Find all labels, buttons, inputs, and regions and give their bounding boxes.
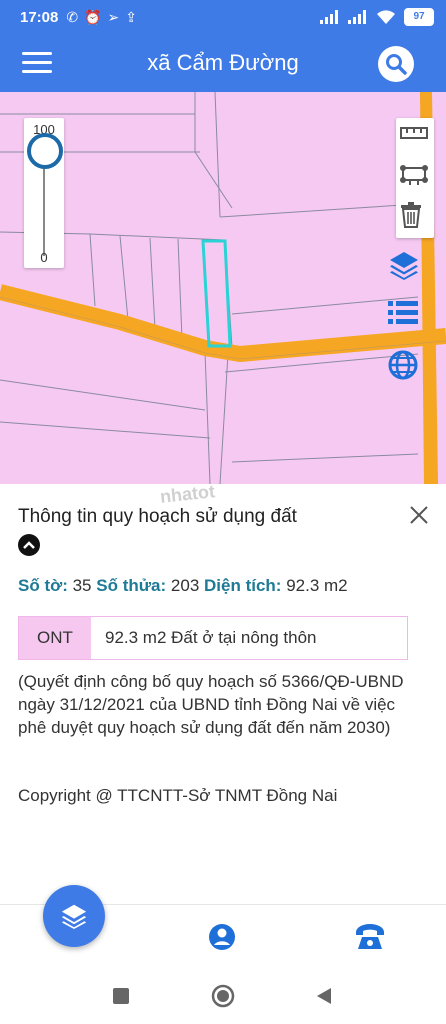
ruler-measure-button[interactable] bbox=[400, 122, 430, 152]
layers-fab-button[interactable] bbox=[43, 885, 105, 947]
phone-button[interactable] bbox=[352, 919, 388, 955]
search-button[interactable] bbox=[378, 46, 414, 82]
sheet-value: 35 bbox=[72, 576, 92, 595]
back-icon bbox=[317, 988, 331, 1004]
map-view[interactable]: 100 0 bbox=[0, 92, 446, 484]
status-time: 17:08 bbox=[20, 8, 59, 26]
ruler-measure-icon bbox=[400, 127, 428, 139]
measure-toolbar bbox=[396, 118, 434, 238]
basemap-button[interactable] bbox=[388, 350, 422, 384]
back-button[interactable] bbox=[312, 984, 336, 1008]
area-label: Diện tích: bbox=[204, 576, 282, 595]
copyright-text: Copyright @ TTCNTT-Sở TNMT Đồng Nai bbox=[18, 786, 338, 805]
alarm-icon: ⏰ bbox=[84, 9, 102, 25]
zoom-handle[interactable] bbox=[27, 133, 63, 169]
clear-measure-button[interactable] bbox=[400, 202, 430, 232]
land-use-code: ONT bbox=[19, 617, 91, 659]
plot-value: 203 bbox=[170, 576, 200, 595]
recent-apps-button[interactable] bbox=[109, 984, 133, 1008]
chevron-up-icon bbox=[23, 541, 35, 549]
collapse-button[interactable] bbox=[18, 534, 40, 556]
wifi-icon bbox=[377, 10, 395, 24]
list-button[interactable] bbox=[388, 300, 422, 334]
send-icon: ➢ bbox=[107, 9, 120, 25]
status-notification-icons: ✆ ⏰ ➢ ⇪ bbox=[66, 10, 137, 24]
status-bar: 17:08 ✆ ⏰ ➢ ⇪ 97 bbox=[0, 0, 446, 34]
system-navigation-bar bbox=[0, 968, 446, 1024]
sheet-label: Số tờ: bbox=[18, 576, 68, 595]
layers-icon bbox=[61, 904, 87, 929]
signal-icon bbox=[320, 10, 338, 24]
status-system-icons: 97 bbox=[320, 8, 434, 26]
globe-icon bbox=[388, 350, 418, 380]
trash-icon bbox=[401, 202, 421, 228]
layers-icon bbox=[390, 252, 418, 280]
missed-call-icon: ✆ bbox=[66, 9, 79, 25]
app-bar: xã Cẩm Đường bbox=[0, 34, 446, 92]
zoom-min-label: 0 bbox=[40, 250, 48, 265]
watermark: nhatot bbox=[159, 481, 216, 507]
home-icon bbox=[211, 984, 235, 1008]
battery-icon: 97 bbox=[404, 8, 434, 26]
account-button[interactable] bbox=[204, 919, 240, 955]
plot-label: Số thửa: bbox=[96, 576, 167, 595]
list-icon bbox=[388, 301, 418, 324]
area-measure-icon bbox=[400, 165, 428, 185]
area-measure-button[interactable] bbox=[400, 162, 430, 192]
parcel-summary: Số tờ: 35 Số thửa: 203 Diện tích: 92.3 m… bbox=[18, 576, 348, 596]
decision-text: (Quyết định công bố quy hoạch số 5366/QĐ… bbox=[18, 672, 404, 737]
area-value: 92.3 m2 bbox=[286, 576, 348, 595]
panel-title: Thông tin quy hoạch sử dụng đất bbox=[18, 506, 297, 527]
recent-apps-icon bbox=[113, 988, 129, 1004]
land-info-panel: nhatot Thông tin quy hoạch sử dụng đất S… bbox=[0, 481, 446, 904]
upload-icon: ⇪ bbox=[125, 9, 138, 25]
close-icon bbox=[410, 506, 428, 524]
signal-icon bbox=[348, 10, 366, 24]
account-icon bbox=[209, 924, 235, 950]
close-button[interactable] bbox=[408, 504, 430, 526]
land-use-row: ONT 92.3 m2 Đất ở tại nông thôn bbox=[18, 616, 408, 660]
search-icon bbox=[386, 54, 407, 75]
parcel-map[interactable] bbox=[0, 92, 446, 484]
zoom-track[interactable] bbox=[43, 162, 45, 256]
home-button[interactable] bbox=[211, 984, 235, 1008]
zoom-slider[interactable]: 100 0 bbox=[24, 118, 64, 268]
selected-parcel bbox=[201, 239, 232, 348]
layers-button[interactable] bbox=[388, 250, 422, 284]
phone-icon bbox=[356, 924, 384, 949]
land-use-description: 92.3 m2 Đất ở tại nông thôn bbox=[105, 628, 317, 647]
